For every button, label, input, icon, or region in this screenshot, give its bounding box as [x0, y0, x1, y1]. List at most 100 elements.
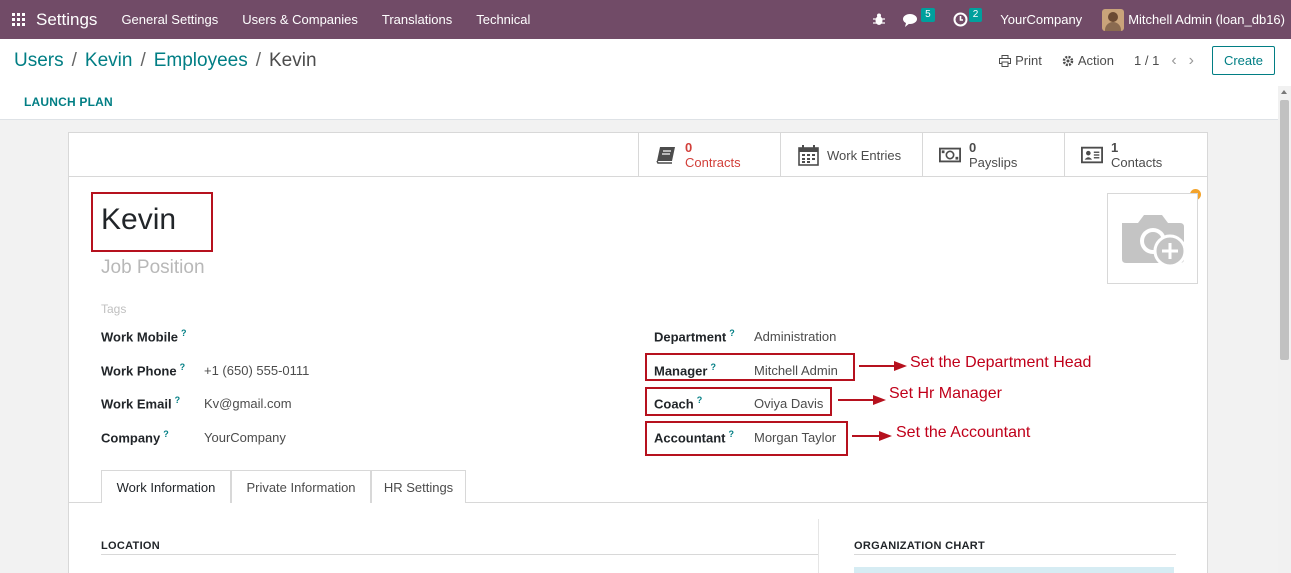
accountant-highlight-box [645, 421, 848, 456]
department-label: Department? [654, 328, 735, 345]
work-mobile-label: Work Mobile? [101, 328, 187, 345]
tab-private-information[interactable]: Private Information [231, 470, 371, 503]
clock-icon [953, 12, 968, 27]
print-label: Print [1015, 53, 1042, 68]
work-email-label: Work Email? [101, 395, 181, 412]
arrow-right-icon [859, 361, 907, 371]
create-button[interactable]: Create [1211, 46, 1275, 75]
work-phone-label: Work Phone? [101, 362, 186, 379]
apps-menu-icon[interactable] [0, 0, 36, 39]
accountant-annotation: Set the Accountant [896, 424, 1031, 441]
address-card-icon [1081, 144, 1103, 166]
gear-icon [1062, 55, 1074, 66]
messages-badge: 5 [921, 7, 935, 22]
app-name[interactable]: Settings [36, 10, 97, 30]
avatar [1102, 8, 1125, 31]
breadcrumb-current: Kevin [269, 50, 317, 71]
notebook-tabs: Work Information Private Information HR … [69, 470, 1207, 504]
coach-highlight-box [645, 387, 832, 416]
systray: 5 2 YourCompany Mitchell Admin (loan_db1… [871, 0, 1291, 39]
contacts-count: 1 [1111, 140, 1119, 155]
launch-plan-button[interactable]: LAUNCH PLAN [24, 95, 113, 109]
breadcrumb-separator: / [71, 50, 77, 71]
coach-annotation: Set Hr Manager [889, 385, 1002, 402]
help-icon[interactable]: ? [175, 395, 181, 405]
section-divider [854, 554, 1176, 555]
scroll-up-icon[interactable] [1281, 90, 1287, 94]
scrollbar[interactable] [1278, 86, 1291, 573]
user-name: Mitchell Admin (loan_db16) [1128, 12, 1285, 27]
company-label: Company? [101, 429, 169, 446]
menu-technical[interactable]: Technical [464, 0, 542, 39]
contracts-button[interactable]: 0 Contracts [638, 133, 780, 177]
manager-highlight-box [645, 353, 855, 381]
activities-menu[interactable]: 2 [953, 0, 983, 39]
main-menu: General Settings Users & Companies Trans… [109, 0, 542, 39]
company-input[interactable]: YourCompany [204, 430, 286, 445]
company-switcher[interactable]: YourCompany [1000, 12, 1082, 27]
book-icon [655, 144, 677, 166]
pager-previous-button[interactable]: ‹ [1171, 52, 1176, 70]
breadcrumb-kevin-user[interactable]: Kevin [85, 50, 133, 72]
breadcrumb-employees[interactable]: Employees [154, 50, 248, 72]
job-position-input[interactable]: Job Position [101, 257, 205, 279]
work-entries-button[interactable]: Work Entries [780, 133, 922, 177]
action-label: Action [1077, 53, 1115, 68]
help-icon[interactable]: ? [163, 429, 169, 439]
contracts-label: Contracts [685, 155, 741, 170]
camera-plus-icon [1121, 214, 1186, 267]
tab-work-information[interactable]: Work Information [101, 470, 231, 504]
manager-annotation: Set the Department Head [910, 354, 1092, 371]
employee-form-sheet: 0 Contracts Work Entries 0 Payslips 1 Co… [68, 132, 1208, 573]
messages-menu[interactable]: 5 [903, 0, 935, 39]
name-highlight-box [91, 192, 213, 252]
contacts-label: Contacts [1111, 155, 1163, 170]
payslips-label: Payslips [969, 155, 1018, 170]
org-chart-card [854, 567, 1174, 573]
menu-users-companies[interactable]: Users & Companies [230, 0, 370, 39]
print-button[interactable]: Print [999, 53, 1042, 68]
tags-input[interactable]: Tags [101, 302, 126, 316]
pager-next-button[interactable]: › [1189, 52, 1194, 70]
employee-photo-upload[interactable] [1107, 193, 1198, 284]
money-icon [939, 144, 961, 166]
work-entries-label: Work Entries [827, 147, 902, 163]
work-email-input[interactable]: Kv@gmail.com [204, 396, 292, 411]
breadcrumb-users[interactable]: Users [14, 50, 64, 72]
bug-icon[interactable] [871, 12, 887, 28]
section-divider [101, 554, 818, 555]
menu-general-settings[interactable]: General Settings [109, 0, 230, 39]
control-panel: Users / Kevin / Employees / Kevin Print … [0, 39, 1291, 120]
menu-translations[interactable]: Translations [370, 0, 464, 39]
pager-value[interactable]: 1 / 1 [1134, 53, 1159, 68]
arrow-right-icon [852, 431, 892, 441]
breadcrumb: Users / Kevin / Employees / Kevin [14, 50, 317, 72]
top-navbar: Settings General Settings Users & Compan… [0, 0, 1291, 39]
payslips-count: 0 [969, 140, 977, 155]
work-phone-input[interactable]: +1 (650) 555-0111 [204, 363, 309, 378]
control-actions: Print Action 1 / 1 ‹ › Create [999, 46, 1275, 75]
location-section-title: LOCATION [101, 540, 161, 552]
help-icon[interactable]: ? [180, 362, 186, 372]
action-button[interactable]: Action [1062, 53, 1114, 68]
work-information-pane [69, 503, 1207, 573]
org-chart-section-title: ORGANIZATION CHART [854, 540, 986, 552]
chat-icon [903, 13, 918, 27]
help-icon[interactable]: ? [729, 328, 735, 338]
help-icon[interactable]: ? [181, 328, 187, 338]
calendar-icon [797, 144, 819, 166]
column-divider [818, 519, 819, 573]
contacts-button[interactable]: 1 Contacts [1064, 133, 1206, 177]
breadcrumb-separator: / [140, 50, 146, 71]
activities-badge: 2 [968, 7, 983, 22]
arrow-right-icon [838, 395, 886, 405]
breadcrumb-separator: / [255, 50, 261, 71]
user-menu[interactable]: Mitchell Admin (loan_db16) [1102, 8, 1285, 31]
scrollbar-thumb[interactable] [1280, 100, 1289, 360]
department-input[interactable]: Administration [754, 329, 836, 344]
tab-hr-settings[interactable]: HR Settings [371, 470, 466, 503]
print-icon [999, 54, 1012, 67]
contracts-count: 0 [685, 140, 693, 155]
smart-button-box: 0 Contracts Work Entries 0 Payslips 1 Co… [69, 133, 1207, 177]
payslips-button[interactable]: 0 Payslips [922, 133, 1064, 177]
